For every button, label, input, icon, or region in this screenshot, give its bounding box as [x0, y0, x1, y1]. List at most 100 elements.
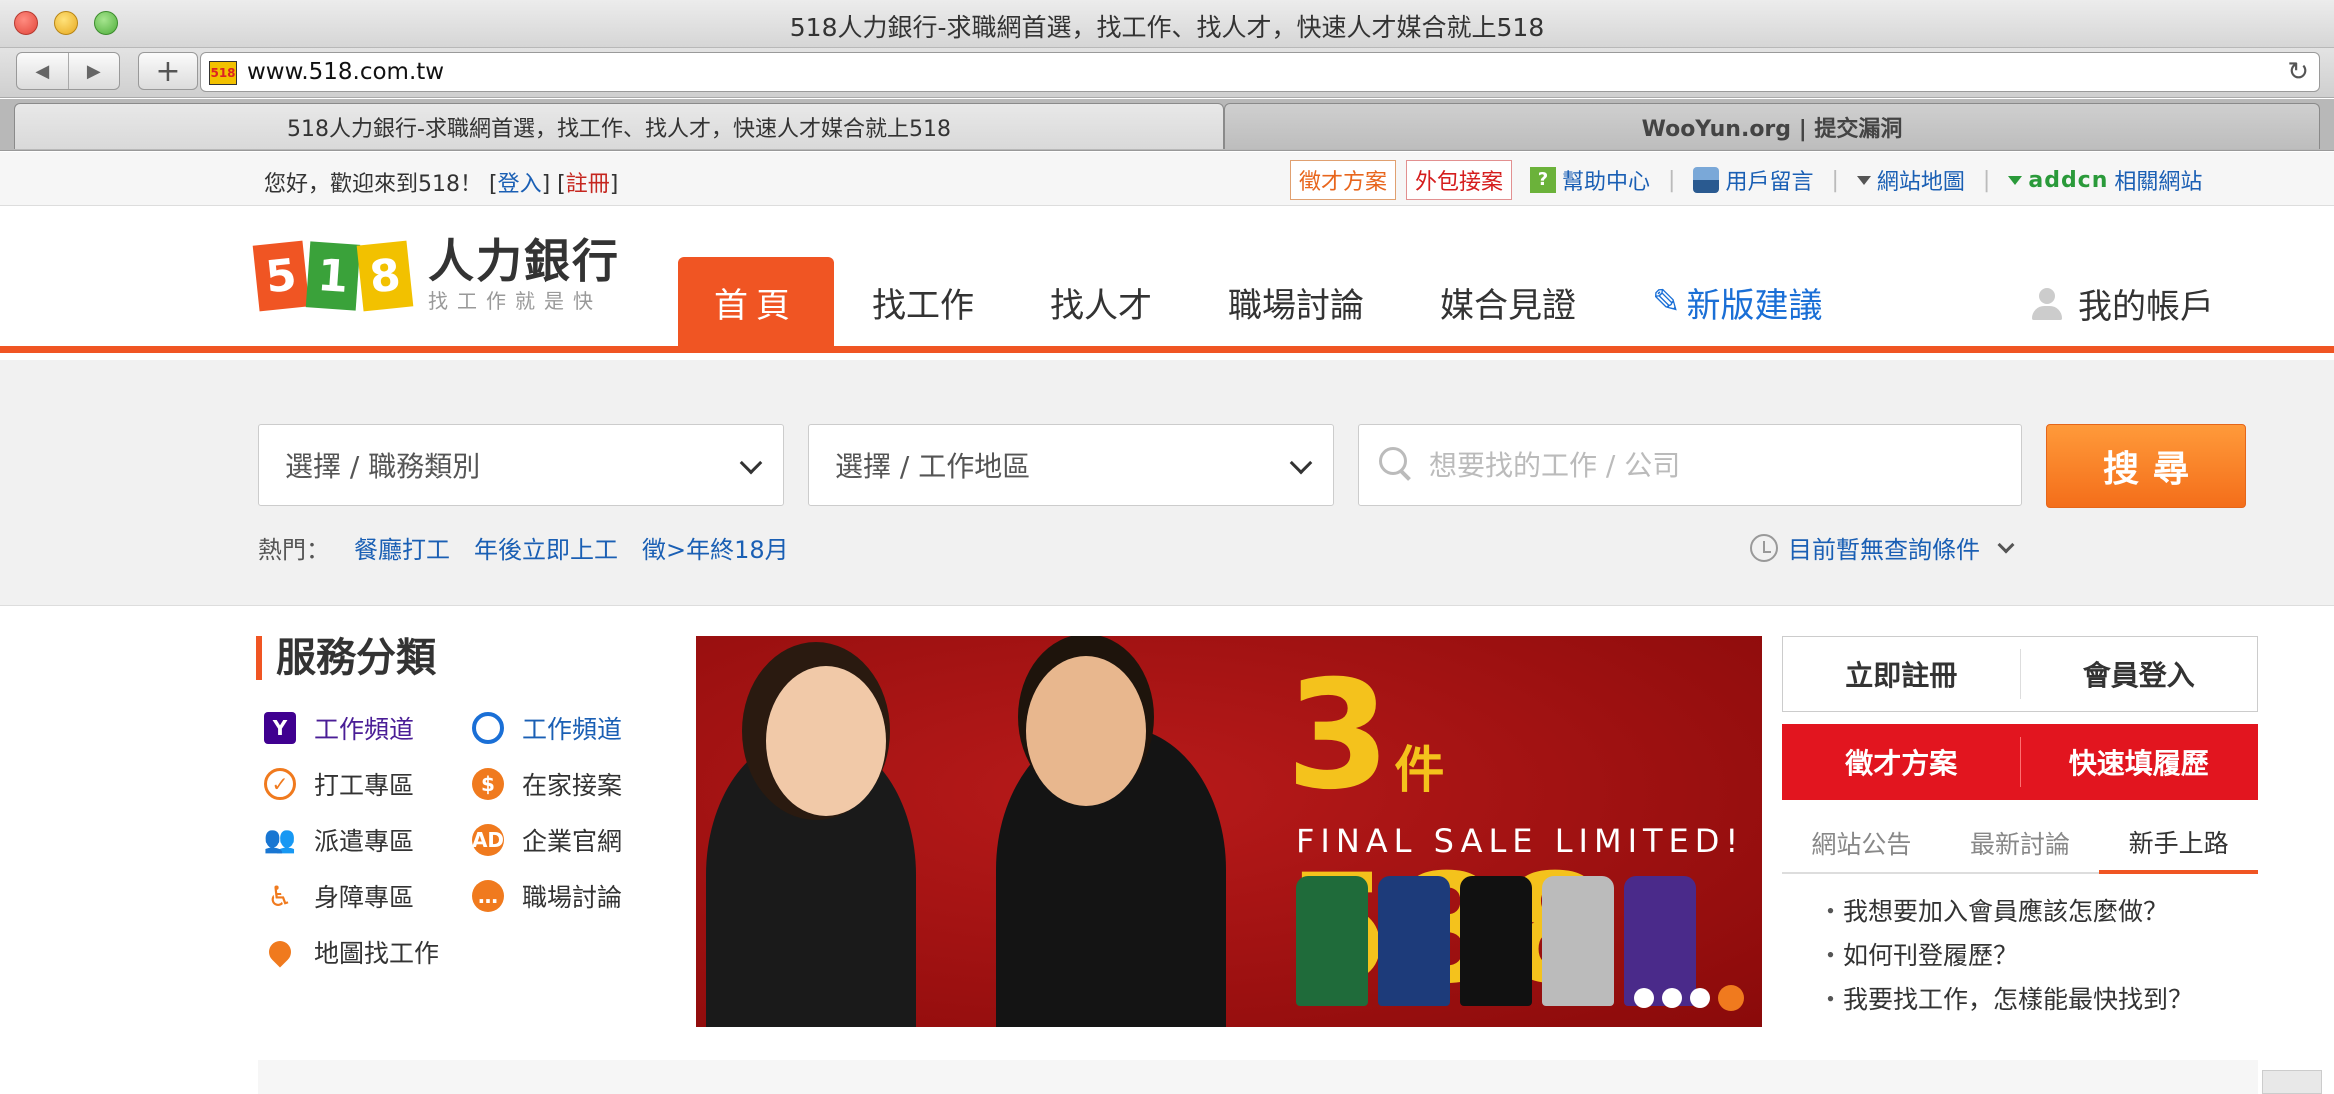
service-map-jobs[interactable]: 地圖找工作 [264, 932, 439, 972]
nav-find-job[interactable]: 找工作 [834, 257, 1012, 347]
service-label: 派遣專區 [314, 827, 415, 856]
sitemap-link[interactable]: 網站地圖 [1849, 164, 1973, 196]
pencil-icon: ✎ [1652, 282, 1681, 322]
member-sidebar: 立即註冊 會員登入 徵才方案 快速填履歷 網站公告 最新討論 新手上路 我想要加… [1782, 636, 2259, 1022]
caret-down-icon [1856, 175, 1871, 185]
nav-find-talent[interactable]: 找人才 [1012, 257, 1190, 347]
help-center-link[interactable]: ? 幫助中心 [1522, 164, 1658, 196]
reload-icon[interactable]: ↻ [2287, 57, 2309, 87]
plus-icon: + [155, 53, 181, 89]
map-pin-icon [264, 936, 296, 968]
search-history-toggle[interactable]: 目前暫無查詢條件 [1750, 530, 2015, 565]
tab-beginner-guide[interactable]: 新手上路 [2099, 814, 2259, 874]
hot-keyword-link[interactable]: 年後立即上工 [474, 530, 618, 565]
browser-tab-active[interactable]: 518人力銀行-求職網首選，找工作、找人才，快速人才媒合就上518 [14, 103, 1224, 149]
recruit-plan-button[interactable]: 徵才方案 [1783, 725, 2020, 799]
service-forum[interactable]: … 職場討論 [472, 876, 622, 916]
ring-icon [472, 712, 504, 744]
job-category-select[interactable]: 選擇 / 職務類別 [258, 424, 784, 506]
service-disability[interactable]: ♿ 身障專區 [264, 876, 414, 916]
service-yahoo-jobs[interactable]: Y 工作頻道 [264, 708, 414, 748]
promo-banner[interactable]: 3件588 FINAL SALE LIMITED! [696, 636, 1762, 1027]
cta-buttons: 徵才方案 快速填履歷 [1782, 724, 2258, 800]
carousel-dot[interactable] [1634, 988, 1654, 1008]
content-bottom-strip [258, 1060, 2258, 1094]
wheelchair-icon: ♿ [267, 879, 293, 913]
quick-resume-button[interactable]: 快速填履歷 [2019, 737, 2258, 787]
nav-suggest[interactable]: ✎ 新版建議 [1614, 257, 1861, 347]
service-label: 職場討論 [522, 883, 623, 912]
tab-announcements[interactable]: 網站公告 [1782, 814, 1941, 872]
related-sites-link[interactable]: addcn 相關網站 [2000, 164, 2210, 196]
service-company-site[interactable]: AD 企業官網 [472, 820, 622, 860]
help-question-icon: ? [1530, 167, 1557, 193]
search-icon [1379, 447, 1409, 477]
carousel-dot[interactable] [1662, 988, 1682, 1008]
outsource-link[interactable]: 外包接案 [1406, 160, 1513, 200]
clock-icon: ✓ [264, 768, 296, 800]
money-bag-icon: $ [472, 768, 504, 800]
banner-model-man-head [1026, 656, 1146, 806]
people-icon: 👥 [263, 825, 297, 855]
user-icon [1693, 167, 1720, 193]
nav-home[interactable]: 首頁 [678, 257, 834, 347]
product-shirt [1378, 876, 1450, 1006]
member-login-button[interactable]: 會員登入 [2019, 649, 2258, 699]
service-label: 在家接案 [522, 771, 623, 800]
carousel-dot-active[interactable] [1718, 985, 1744, 1011]
address-field[interactable]: 518 www.518.com.tw ↻ [200, 52, 2320, 92]
nav-match[interactable]: 媒合見證 [1402, 257, 1614, 347]
browser-tab-inactive[interactable]: WooYun.org | 提交漏洞 [1224, 103, 2320, 149]
nav-forum[interactable]: 職場討論 [1190, 257, 1402, 347]
product-shirt [1542, 876, 1614, 1006]
logo-main-text: 人力銀行 [428, 234, 620, 288]
product-shirt [1296, 876, 1368, 1006]
carousel-dot[interactable] [1690, 988, 1710, 1008]
logo-digit: 1 [305, 240, 361, 311]
feedback-link[interactable]: 用戶留言 [1685, 164, 1821, 196]
service-home-case[interactable]: $ 在家接案 [472, 764, 622, 804]
service-label: 打工專區 [314, 771, 415, 800]
my-account-link[interactable]: 我的帳戶 [2030, 279, 2214, 328]
news-item[interactable]: 我想要加入會員應該怎麼做？ [1818, 890, 2258, 934]
floating-corner-tab[interactable] [2262, 1070, 2322, 1094]
browser-toolbar: ◀ ▶ + 518 www.518.com.tw ↻ [0, 48, 2334, 98]
browser-tabbar: 518人力銀行-求職網首選，找工作、找人才，快速人才媒合就上518 WooYun… [0, 99, 2334, 151]
recruit-plan-link[interactable]: 徵才方案 [1290, 160, 1397, 200]
site-logo[interactable]: 5 1 8 人力銀行 找工作就是快 [252, 234, 620, 314]
search-button[interactable]: 搜尋 [2046, 424, 2246, 508]
nav-suggest-label: 新版建議 [1686, 285, 1823, 326]
login-link[interactable]: 登入 [498, 172, 542, 197]
back-button[interactable]: ◀ [17, 53, 68, 89]
forward-button[interactable]: ▶ [67, 53, 120, 89]
related-sites-label: 相關網站 [2114, 170, 2203, 195]
chevron-down-icon [739, 451, 763, 475]
service-categories: 服務分類 Y 工作頻道 工作頻道 ✓ 打工專區 $ 在家接案 👥 派遣專區 AD… [256, 636, 676, 968]
clock-icon [1750, 533, 1778, 562]
service-msn-jobs[interactable]: 工作頻道 [472, 708, 622, 748]
browser-tab-label: 518人力銀行-求職網首選，找工作、找人才，快速人才媒合就上518 [287, 116, 951, 142]
product-shirt [1624, 876, 1696, 1006]
service-part-time[interactable]: ✓ 打工專區 [264, 764, 414, 804]
work-area-select[interactable]: 選擇 / 工作地區 [808, 424, 1334, 506]
service-dispatch[interactable]: 👥 派遣專區 [264, 820, 414, 860]
url-text[interactable]: www.518.com.tw [247, 59, 444, 85]
chevron-down-icon [1997, 536, 2015, 553]
tab-latest-discussion[interactable]: 最新討論 [1941, 814, 2100, 872]
signup-button[interactable]: 立即註冊 [1783, 637, 2020, 711]
service-label: 身障專區 [314, 883, 415, 912]
hot-keyword-link[interactable]: 餐廳打工 [354, 530, 450, 565]
chevron-down-icon [1289, 451, 1313, 475]
search-area: 選擇 / 職務類別 選擇 / 工作地區 搜尋 熱門： 餐廳打工 年後立即上工 徵… [0, 360, 2334, 606]
banner-products [1296, 876, 1696, 1006]
separator: | [1982, 167, 1991, 193]
news-item[interactable]: 我要找工作，怎樣能最快找到？ [1818, 978, 2258, 1022]
search-input[interactable] [1429, 448, 1989, 482]
news-item[interactable]: 如何刊登履歷？ [1818, 934, 2258, 978]
main-nav: 首頁 找工作 找人才 職場討論 媒合見證 ✎ 新版建議 [678, 257, 1861, 353]
register-link[interactable]: 註冊 [566, 172, 610, 197]
hot-keyword-link[interactable]: 徵>年終18月 [642, 530, 789, 565]
banner-headline-unit: 件 [1394, 741, 1449, 799]
new-tab-button[interactable]: + [138, 52, 198, 90]
service-label: 企業官網 [522, 827, 623, 856]
